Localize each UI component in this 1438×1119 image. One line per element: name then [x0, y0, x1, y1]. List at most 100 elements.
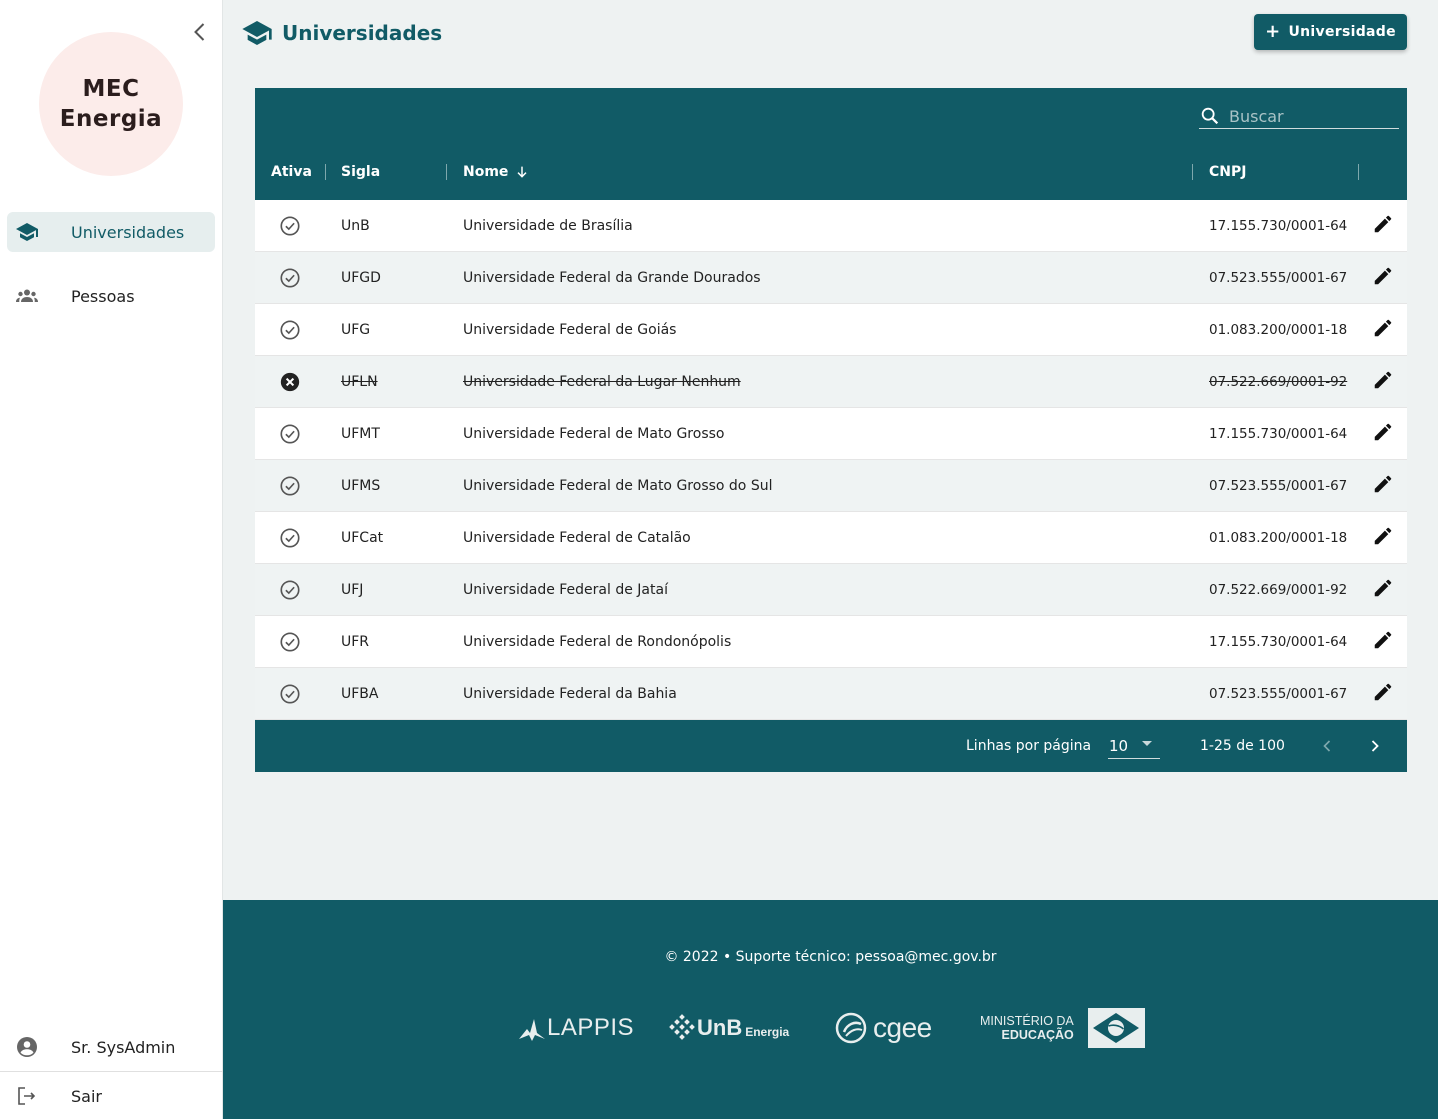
logo-line-2: Energia: [59, 106, 163, 132]
user-name: Sr. SysAdmin: [71, 1037, 176, 1057]
column-header-sigla[interactable]: Sigla: [341, 144, 380, 200]
cell-nome: Universidade Federal da Lugar Nenhum: [463, 373, 741, 390]
page-footer: © 2022 • Suporte técnico: pessoa@mec.gov…: [223, 900, 1438, 1119]
column-header-cnpj[interactable]: CNPJ: [1209, 144, 1246, 200]
table-row: UFBA Universidade Federal da Bahia 07.523.…: [255, 668, 1407, 720]
edit-button[interactable]: [1371, 408, 1395, 459]
cgee-icon: [835, 1012, 867, 1044]
logout-button[interactable]: Sair: [0, 1072, 223, 1119]
pencil-icon: [1372, 317, 1394, 343]
cell-cnpj: 07.522.669/0001-92: [1209, 581, 1348, 598]
edit-button[interactable]: [1371, 616, 1395, 667]
check-circle-icon: [279, 616, 301, 667]
check-circle-icon: [279, 304, 301, 355]
cell-nome: Universidade Federal de Catalão: [463, 529, 691, 546]
edit-button[interactable]: [1371, 200, 1395, 251]
edit-button[interactable]: [1371, 668, 1395, 719]
search-icon: [1201, 107, 1219, 125]
lappis-logo: LAPPIS: [517, 1005, 634, 1051]
mec-logo: MINISTÉRIO DA EDUCAÇÃO: [980, 1005, 1145, 1051]
chevron-right-icon: [1371, 740, 1379, 752]
cell-nome: Universidade de Brasília: [463, 217, 633, 234]
pencil-icon: [1372, 213, 1394, 239]
rows-per-page-select[interactable]: 10: [1108, 734, 1160, 759]
school-icon: [242, 21, 272, 45]
cell-sigla: UFMS: [341, 477, 381, 494]
edit-button[interactable]: [1371, 564, 1395, 615]
next-page-button[interactable]: [1363, 734, 1387, 758]
page-title: Universidades: [282, 21, 443, 45]
sidebar-item-label: Universidades: [71, 222, 185, 242]
cell-sigla: UFJ: [341, 581, 364, 598]
sidebar-item-universidades[interactable]: Universidades: [7, 212, 215, 252]
edit-button[interactable]: [1371, 512, 1395, 563]
cell-cnpj: 17.155.730/0001-64: [1209, 425, 1348, 442]
table-toolbar: [255, 88, 1407, 144]
column-separator[interactable]: [1192, 164, 1193, 180]
cell-sigla: UFLN: [341, 373, 378, 390]
table-row: UFGD Universidade Federal da Grande Doura…: [255, 252, 1407, 304]
cell-nome: Universidade Federal da Grande Dourados: [463, 269, 761, 286]
check-circle-icon: [279, 512, 301, 563]
cell-nome: Universidade Federal de Mato Grosso do S…: [463, 477, 773, 494]
cell-sigla: UFR: [341, 633, 370, 650]
check-circle-icon: [279, 408, 301, 459]
cell-sigla: UFG: [341, 321, 371, 338]
cell-sigla: UFMT: [341, 425, 380, 442]
column-header-nome[interactable]: Nome: [463, 144, 530, 200]
cancel-circle-icon: [279, 356, 301, 407]
table-pagination: Linhas por página 10 1-25 de 100: [255, 720, 1407, 772]
column-separator[interactable]: [325, 164, 326, 180]
cell-nome: Universidade Federal de Mato Grosso: [463, 425, 725, 442]
add-universidade-button[interactable]: + Universidade: [1254, 14, 1407, 50]
column-header-ativa[interactable]: Ativa: [271, 144, 312, 200]
add-button-label: Universidade: [1288, 24, 1396, 40]
logout-label: Sair: [71, 1086, 102, 1106]
cell-cnpj: 07.522.669/0001-92: [1209, 373, 1348, 390]
table-row: UFMS Universidade Federal de Mato Grosso …: [255, 460, 1407, 512]
edit-button[interactable]: [1371, 460, 1395, 511]
sidebar-item-pessoas[interactable]: Pessoas: [7, 276, 215, 316]
edit-button[interactable]: [1371, 356, 1395, 407]
check-circle-icon: [279, 460, 301, 511]
cell-sigla: UFCat: [341, 529, 384, 546]
cell-cnpj: 01.083.200/0001-18: [1209, 529, 1348, 546]
previous-page-button[interactable]: [1315, 734, 1339, 758]
check-circle-icon: [279, 200, 301, 251]
partner-logos: LAPPIS UnB Energia cgee MINISTÉRIO DA ED…: [223, 1005, 1438, 1051]
sidebar: MEC Energia Universidades Pessoas Sr. Sy…: [0, 0, 223, 1119]
pencil-icon: [1372, 577, 1394, 603]
user-profile-item[interactable]: Sr. SysAdmin: [0, 1023, 223, 1071]
cell-sigla: UFGD: [341, 269, 381, 286]
mec-line-1: MINISTÉRIO DA: [980, 1014, 1074, 1028]
people-icon: [15, 284, 39, 308]
cell-cnpj: 07.523.555/0001-67: [1209, 477, 1348, 494]
cgee-text: cgee: [873, 1012, 932, 1043]
table-row: UFLN Universidade Federal da Lugar Nenhum…: [255, 356, 1407, 408]
mec-line-2: EDUCAÇÃO: [1001, 1028, 1074, 1042]
column-label: Sigla: [341, 164, 381, 180]
table-row: UFR Universidade Federal de Rondonópolis 1…: [255, 616, 1407, 668]
cell-sigla: UFBA: [341, 685, 379, 702]
search-box: [1199, 104, 1399, 129]
table-row: UnB Universidade de Brasília 17.155.730/00…: [255, 200, 1407, 252]
brazil-flag-icon: [1087, 1008, 1145, 1048]
column-separator[interactable]: [1358, 164, 1359, 180]
search-input[interactable]: [1229, 106, 1389, 126]
edit-button[interactable]: [1371, 252, 1395, 303]
school-icon: [15, 220, 39, 244]
arrow-down-icon: [517, 166, 527, 178]
pencil-icon: [1372, 369, 1394, 395]
column-label: Nome: [463, 164, 509, 180]
table-header: Ativa Sigla Nome CNPJ: [255, 144, 1407, 200]
column-separator[interactable]: [446, 164, 447, 180]
cell-nome: Universidade Federal de Jataí: [463, 581, 668, 598]
cell-cnpj: 17.155.730/0001-64: [1209, 633, 1348, 650]
account-circle-icon: [15, 1035, 39, 1059]
dropdown-caret-icon: [1142, 741, 1152, 746]
collapse-sidebar-button[interactable]: [186, 18, 214, 46]
cell-cnpj: 07.523.555/0001-67: [1209, 269, 1348, 286]
pagination-range: 1-25 de 100: [1200, 738, 1285, 754]
table-body: UnB Universidade de Brasília 17.155.730/00…: [255, 200, 1407, 720]
edit-button[interactable]: [1371, 304, 1395, 355]
